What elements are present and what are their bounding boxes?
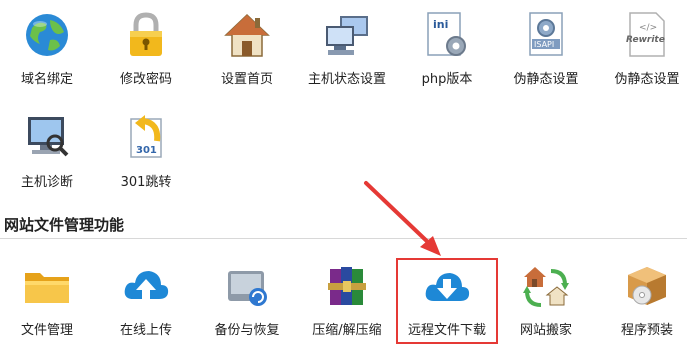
annotation-arrow bbox=[364, 181, 441, 256]
